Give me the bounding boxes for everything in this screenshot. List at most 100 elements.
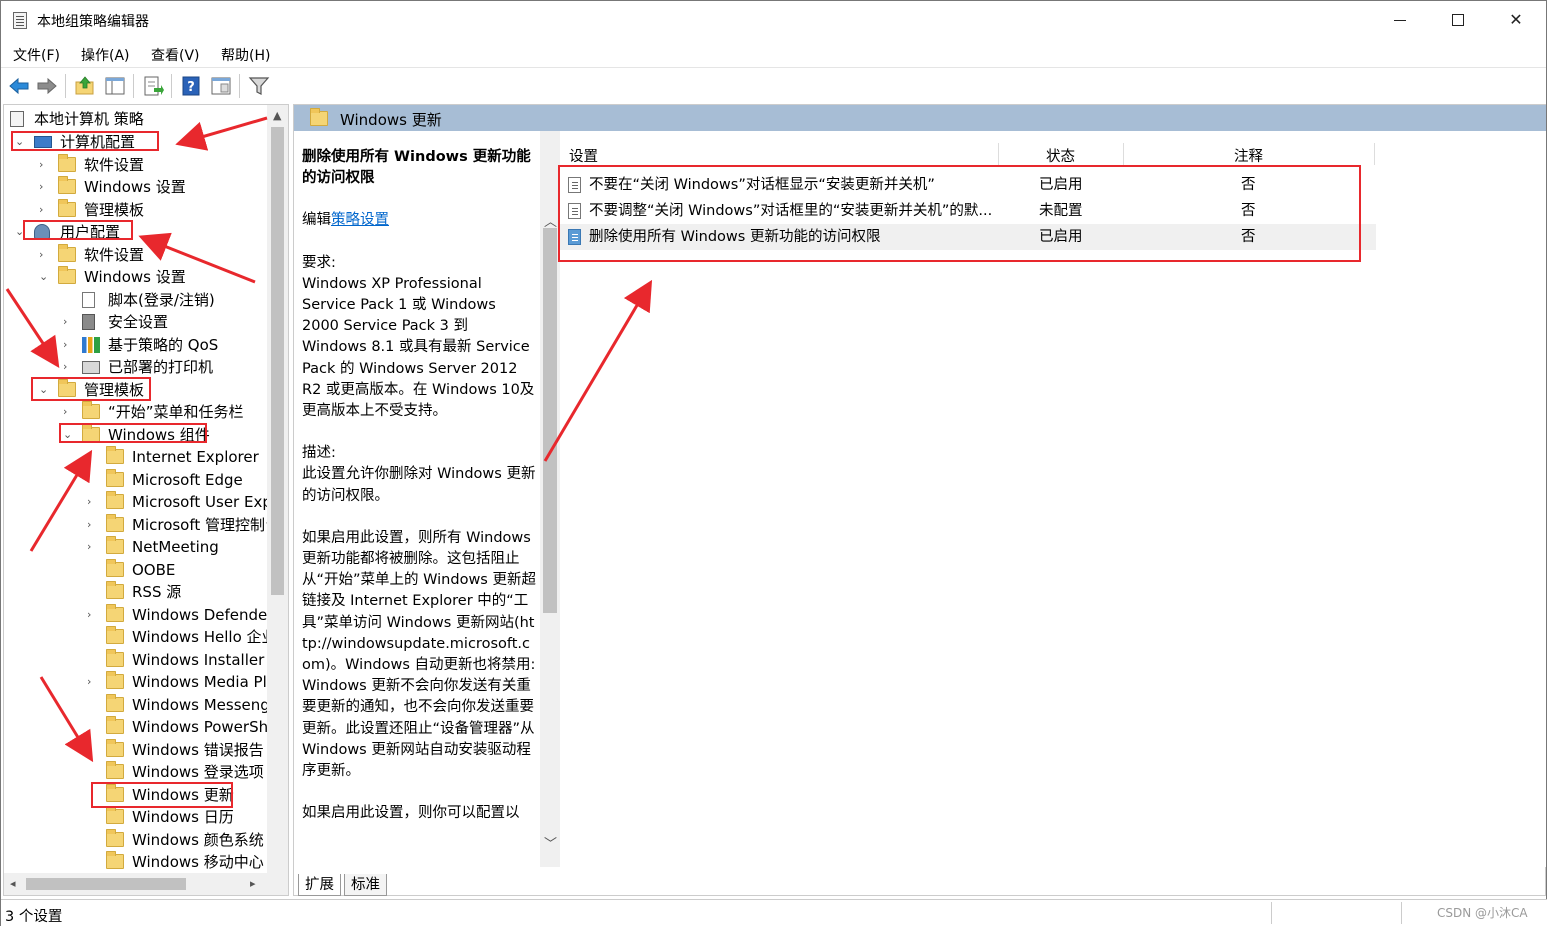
folder-icon: [106, 603, 124, 622]
folder-icon: [106, 761, 124, 779]
minimize-button[interactable]: [1371, 1, 1429, 39]
collapse-chevron-icon[interactable]: ›: [87, 739, 97, 761]
collapse-chevron-icon[interactable]: ›: [63, 356, 73, 378]
gpedit-app-icon: [13, 12, 27, 29]
tree-item-label: “开始”菜单和任务栏: [108, 403, 244, 421]
collapse-chevron-icon[interactable]: ›: [87, 671, 97, 693]
status-bar: 3 个设置 CSDN @小沐CA: [1, 899, 1547, 927]
description-text: 此设置允许你删除对 Windows 更新的访问权限。: [302, 466, 536, 504]
tab-standard[interactable]: 标准: [344, 874, 387, 896]
collapse-chevron-icon[interactable]: ›: [87, 536, 97, 558]
forward-button[interactable]: [35, 74, 59, 98]
column-header-comment[interactable]: 注释: [1234, 145, 1263, 166]
watermark: CSDN @小沐CA: [1437, 906, 1528, 920]
collapse-chevron-icon[interactable]: ›: [87, 604, 97, 626]
close-button[interactable]: ✕: [1487, 1, 1545, 39]
folder-icon: [106, 468, 124, 487]
up-level-button[interactable]: [73, 74, 97, 98]
scroll-right-icon[interactable]: ▸: [250, 877, 256, 890]
collapse-chevron-icon[interactable]: [87, 694, 97, 716]
help-button[interactable]: ?: [179, 74, 203, 98]
column-separator: [1123, 143, 1124, 165]
folder-icon: [58, 198, 76, 217]
menu-action[interactable]: 操作(A): [81, 45, 130, 65]
collapse-chevron-icon[interactable]: [87, 581, 97, 603]
annotation-box-user-config: [23, 220, 133, 240]
collapse-chevron-icon[interactable]: ›: [87, 514, 97, 536]
menu-help[interactable]: 帮助(H): [221, 45, 270, 65]
tree-horizontal-scrollbar[interactable]: ◂ ▸: [4, 873, 288, 895]
folder-icon: [106, 558, 124, 577]
column-separator: [998, 143, 999, 165]
back-button[interactable]: [7, 74, 31, 98]
folder-icon: [106, 446, 124, 464]
tree-item-label: Internet Explorer: [132, 448, 259, 466]
svg-text:?: ?: [187, 80, 195, 95]
collapse-chevron-icon[interactable]: [87, 716, 97, 738]
collapse-chevron-icon[interactable]: ›: [39, 154, 49, 176]
column-header-state[interactable]: 状态: [1046, 145, 1075, 166]
gpedit-window: 本地组策略编辑器 ✕ 文件(F) 操作(A) 查看(V) 帮助(H) ? 本地计…: [0, 0, 1547, 927]
section-header: Windows 更新: [294, 105, 1546, 131]
collapse-chevron-icon[interactable]: ›: [39, 244, 49, 266]
collapse-chevron-icon[interactable]: [87, 626, 97, 648]
show-hide-tree-button[interactable]: [103, 74, 127, 98]
scroll-down-icon[interactable]: ﹀: [544, 833, 557, 852]
filter-button[interactable]: [247, 74, 271, 98]
collapse-chevron-icon[interactable]: ›: [87, 446, 97, 468]
column-header-setting[interactable]: 设置: [569, 145, 598, 166]
requirements-label: 要求:: [302, 254, 336, 271]
tree-item-label: Windows 登录选项: [132, 763, 264, 781]
description-label: 描述:: [302, 445, 336, 462]
collapse-chevron-icon[interactable]: [87, 649, 97, 671]
properties-button[interactable]: [209, 74, 233, 98]
expand-chevron-icon[interactable]: ⌄: [39, 266, 49, 288]
scroll-up-icon[interactable]: ▲: [273, 109, 281, 122]
collapse-chevron-icon[interactable]: [87, 761, 97, 783]
collapse-chevron-icon[interactable]: ›: [63, 334, 73, 356]
filter-icon: [248, 77, 270, 95]
collapse-chevron-icon[interactable]: [87, 806, 97, 828]
tab-extended[interactable]: 扩展: [298, 874, 341, 896]
collapse-chevron-icon[interactable]: ›: [87, 491, 97, 513]
folder-icon: [106, 716, 124, 734]
folder-icon: [106, 671, 124, 689]
collapse-chevron-icon[interactable]: [87, 469, 97, 491]
folder-icon: [106, 626, 124, 644]
tree-item-label: RSS 源: [132, 583, 182, 601]
maximize-button[interactable]: [1429, 1, 1487, 39]
tree-item-label: Windows 移动中心: [132, 853, 264, 871]
tree-vertical-scroll-thumb[interactable]: [271, 127, 284, 595]
edit-policy-settings-link[interactable]: 策略设置: [331, 212, 389, 228]
toolbar-separator: [65, 74, 66, 98]
bar-chart-icon: [82, 336, 100, 353]
description-paragraph: 如果启用此设置，则所有 Windows 更新功能都将被删除。这包括阻止从“开始”…: [302, 529, 536, 780]
folder-icon: [106, 693, 124, 712]
folder-icon: [106, 648, 124, 667]
collapse-chevron-icon[interactable]: [87, 851, 97, 873]
collapse-chevron-icon[interactable]: ›: [63, 311, 73, 333]
tree-vertical-scrollbar[interactable]: ▲: [267, 105, 288, 873]
collapse-chevron-icon[interactable]: [87, 559, 97, 581]
export-list-button[interactable]: [141, 74, 165, 98]
annotation-box-computer-config: [11, 131, 159, 151]
minimize-icon: [1394, 20, 1406, 21]
collapse-chevron-icon[interactable]: [63, 289, 73, 311]
scroll-left-icon[interactable]: ◂: [10, 877, 16, 890]
tree-item-label: Windows Messenge: [132, 695, 280, 714]
policy-document-icon: [10, 111, 24, 127]
tree-item-label: 软件设置: [84, 155, 145, 174]
collapse-chevron-icon[interactable]: [87, 829, 97, 851]
description-scrollbar[interactable]: ︿ ﹀: [540, 131, 560, 867]
menu-file[interactable]: 文件(F): [13, 45, 60, 65]
collapse-chevron-icon[interactable]: ›: [39, 199, 49, 221]
description-scroll-thumb[interactable]: [543, 228, 557, 613]
folder-icon: [58, 176, 76, 194]
toolbar-separator: [171, 74, 172, 98]
security-icon: [82, 314, 95, 330]
collapse-chevron-icon[interactable]: ›: [39, 176, 49, 198]
tree-horizontal-scroll-thumb[interactable]: [26, 878, 186, 890]
status-text: 3 个设置: [5, 909, 63, 925]
collapse-chevron-icon[interactable]: ›: [63, 401, 73, 423]
menu-view[interactable]: 查看(V): [151, 45, 200, 65]
